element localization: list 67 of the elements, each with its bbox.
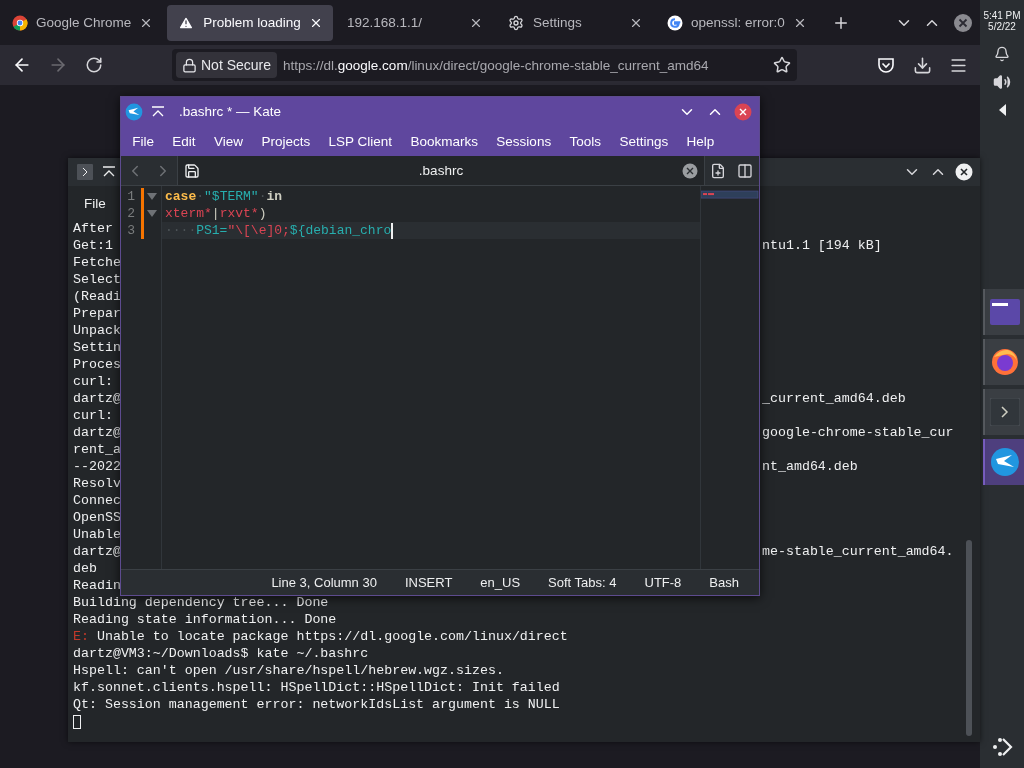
terminal-text: Proces (73, 356, 121, 373)
browser-tab[interactable]: 192.168.1.1/ (336, 4, 493, 41)
terminal-text: Fetche (73, 254, 121, 271)
terminal-text: kf.sonnet.clients.hspell: HSpellDict::HSpellDict: Init failed (73, 679, 560, 696)
terminal-text: Get:1 (73, 237, 113, 254)
terminal-text: curl: (73, 373, 113, 390)
security-indicator[interactable]: Not Secure (176, 52, 278, 78)
terminal-text: Resolv (73, 475, 121, 492)
browser-tab[interactable]: openssl: error:0 (656, 4, 817, 41)
code-line: case·"$TERM"·in (164, 188, 284, 205)
menu-item[interactable]: File (76, 191, 114, 215)
menu-item[interactable]: File (123, 129, 164, 153)
menu-item[interactable]: Projects (252, 129, 320, 153)
line-number: 2 (126, 206, 135, 221)
terminal-text: google-chrome-stable_cur (762, 424, 954, 441)
menu-item[interactable]: Help (677, 129, 724, 153)
menu-item[interactable]: LSP Client (319, 129, 402, 153)
browser-tab[interactable]: Problem loading (167, 4, 333, 41)
terminal-text: dartz@ (73, 390, 121, 407)
status-item[interactable]: en_US (466, 575, 535, 590)
terminal-text: curl: (73, 407, 113, 424)
terminal-text: (Readi (73, 288, 121, 305)
terminal-text: Readin (73, 577, 121, 594)
clock-time: 5:41 PM (983, 10, 1021, 21)
browser-tab[interactable]: Settings (496, 4, 653, 41)
terminal-text: Qt: Session management error: networkIdsList argument is NULL (73, 696, 560, 713)
menu-item[interactable]: Settings (610, 129, 678, 153)
clock-date: 5/2/22 (988, 21, 1016, 32)
document-tab[interactable]: .bashrc (177, 156, 705, 185)
menu-item[interactable]: Edit (163, 129, 205, 153)
terminal-text: deb (73, 560, 97, 577)
terminal-text: Hspell: can't open /usr/share/hspell/hebrew.wgz.sizes. (73, 662, 504, 679)
line-number: 1 (126, 189, 135, 204)
terminal-text: dartz@ (73, 543, 121, 560)
terminal-text: After (73, 220, 113, 237)
menu-item[interactable]: Sessions (487, 129, 561, 153)
status-item[interactable]: Bash (695, 575, 753, 590)
status-item[interactable]: Line 3, Column 30 (257, 575, 391, 590)
terminal-text: E: Unable to locate package https://dl.google.com/linux/direct (73, 628, 568, 645)
code-line: xterm*|rxvt*) (164, 205, 268, 222)
terminal-text: _current_amd64.deb (762, 390, 906, 407)
status-item[interactable]: Soft Tabs: 4 (534, 575, 631, 590)
menu-item[interactable]: View (204, 129, 253, 153)
terminal-text: dartz@VM3:~/Downloads$ kate ~/.bashrc (73, 645, 369, 662)
terminal-text: dartz@ (73, 424, 121, 441)
terminal-text: Settin (73, 339, 121, 356)
terminal-text: me-stable_current_amd64. (762, 543, 954, 560)
line-number: 3 (126, 223, 135, 238)
terminal-text: Reading state information... Done (73, 611, 337, 628)
browser-tab[interactable]: Google Chrome (2, 4, 164, 41)
address-field[interactable]: Not Secure https://dl.google.com/linux/direct/google-chrome-stable_current_amd64 (172, 49, 797, 81)
terminal-text: OpenSS (73, 509, 121, 526)
terminal-text: Unable (73, 526, 121, 543)
terminal-text: Prepar (73, 305, 121, 322)
status-item[interactable]: INSERT (390, 575, 467, 590)
terminal-text: --2022 (73, 458, 121, 475)
menu-item[interactable]: Bookmarks (401, 129, 488, 153)
menu-item[interactable]: Tools (560, 129, 611, 153)
window-title: .bashrc * — Kate (179, 104, 283, 119)
terminal-text: ntu1.1 [194 kB] (762, 237, 882, 254)
terminal-text: nt_amd64.deb (762, 458, 858, 475)
terminal-text: Connec (73, 492, 121, 509)
terminal-text: rent_a (73, 441, 121, 458)
status-item[interactable]: UTF-8 (630, 575, 696, 590)
terminal-text: Unpack (73, 322, 121, 339)
terminal-text: Building dependency tree... Done (73, 594, 329, 611)
terminal-text: Select (73, 271, 121, 288)
